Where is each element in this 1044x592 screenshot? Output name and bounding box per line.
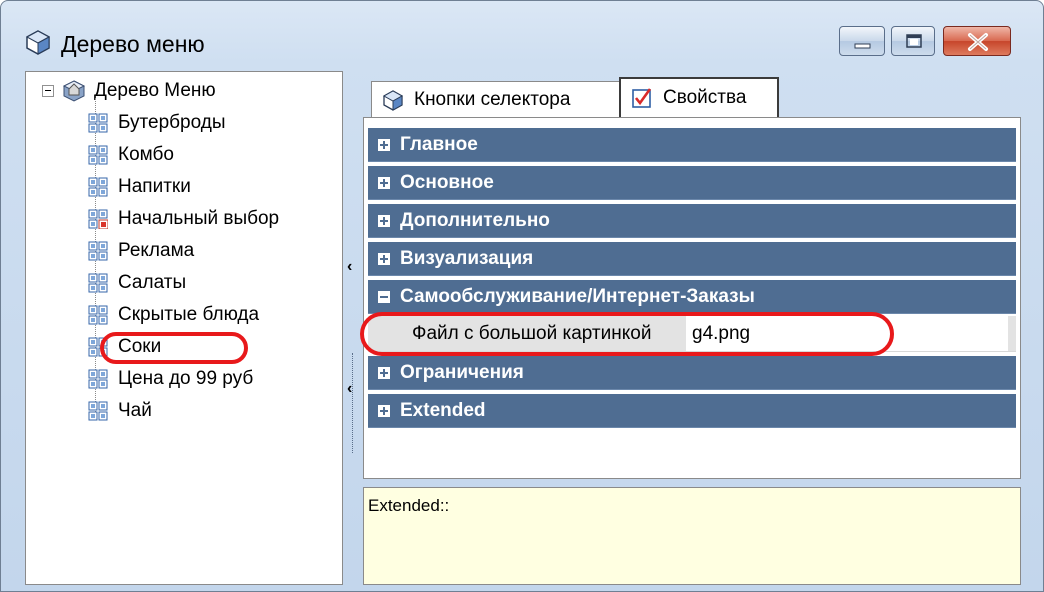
tree-item-label: Соки [118, 336, 162, 357]
minimize-icon [854, 43, 871, 49]
panel-splitter[interactable]: ‹ ‹ [343, 71, 363, 585]
tree-item-chay[interactable]: Чай [88, 398, 152, 424]
tree-item-label: Чай [118, 400, 152, 421]
tree-item-buterbrody[interactable]: Бутерброды [88, 110, 226, 136]
tree-item-napitki[interactable]: Напитки [88, 174, 191, 200]
window-title: Дерево меню [61, 31, 205, 57]
grid-icon [88, 369, 108, 389]
main-window: Дерево меню Дерево Меню Бутерброды Комбо… [0, 0, 1044, 592]
tab-label: Свойства [663, 87, 747, 108]
tab-strip: Кнопки селектора Свойства [363, 71, 1021, 117]
category-vizualizatsiya[interactable]: Визуализация [368, 242, 1016, 276]
cube-icon [25, 30, 51, 55]
category-label: Ограничения [400, 361, 524, 383]
expand-plus-icon[interactable] [378, 176, 390, 189]
collapse-left-arrow-icon[interactable]: ‹ [347, 381, 352, 397]
grid-icon [88, 337, 108, 357]
tree-item-kombo[interactable]: Комбо [88, 142, 174, 168]
grid-icon [88, 401, 108, 421]
tree-item-label: Бутерброды [118, 112, 226, 133]
tab-selector-buttons[interactable]: Кнопки селектора [371, 81, 621, 117]
grid-icon [88, 177, 108, 197]
grid-icon [88, 113, 108, 133]
category-label: Главное [400, 133, 478, 155]
tree-item-soki[interactable]: Соки [88, 334, 161, 360]
tab-label: Кнопки селектора [414, 88, 571, 110]
tree-item-salaty[interactable]: Салаты [88, 270, 186, 296]
expand-plus-icon[interactable] [378, 366, 390, 379]
collapse-toggle-icon[interactable] [42, 85, 54, 97]
tree-root-label: Дерево Меню [94, 80, 216, 101]
right-panel: Кнопки селектора Свойства Главное Основн… [360, 71, 1021, 585]
grid-icon [88, 305, 108, 325]
expand-plus-icon[interactable] [378, 138, 390, 151]
collapse-minus-icon[interactable] [378, 290, 390, 303]
property-grid[interactable]: Главное Основное Дополнительно Визуализа… [360, 117, 1021, 479]
cube-icon [382, 89, 404, 111]
collapse-left-arrow-icon[interactable]: ‹ [347, 259, 352, 275]
category-dopolnitelno[interactable]: Дополнительно [368, 204, 1016, 238]
close-icon [968, 33, 988, 51]
tab-properties[interactable]: Свойства [619, 77, 779, 117]
expand-plus-icon[interactable] [378, 252, 390, 265]
description-panel: Extended:: [363, 487, 1021, 585]
menu-tree[interactable]: Дерево Меню Бутерброды Комбо Напитки Нач… [25, 71, 343, 585]
category-label: Основное [400, 171, 494, 193]
expand-plus-icon[interactable] [378, 404, 390, 417]
maximize-icon [906, 34, 922, 48]
tree-item-label: Начальный выбор [118, 208, 280, 229]
category-osnovnoe[interactable]: Основное [368, 166, 1016, 200]
category-label: Extended [400, 399, 486, 421]
tree-item-label: Цена до 99 руб [118, 368, 254, 389]
property-value[interactable]: g4.png [686, 323, 750, 345]
category-ogranicheniya[interactable]: Ограничения [368, 356, 1016, 390]
maximize-button[interactable] [891, 26, 935, 56]
tree-item-label: Скрытые блюда [118, 304, 260, 325]
tree-item-label: Комбо [118, 144, 174, 165]
title-bar[interactable]: Дерево меню [1, 1, 1043, 61]
tree-item-label: Реклама [118, 240, 195, 261]
tree-item-nachalny-vybor[interactable]: Начальный выбор [88, 206, 279, 232]
category-label: Самообслуживание/Интернет-Заказы [400, 285, 755, 307]
grid-icon [88, 241, 108, 261]
tree-item-tsena-do-99[interactable]: Цена до 99 руб [88, 366, 253, 392]
expand-plus-icon[interactable] [378, 214, 390, 227]
tree-root-node[interactable]: Дерево Меню [42, 78, 216, 104]
minimize-button[interactable] [839, 26, 885, 56]
description-text: Extended:: [368, 496, 450, 515]
tree-item-reklama[interactable]: Реклама [88, 238, 194, 264]
tree-item-label: Напитки [118, 176, 191, 197]
splitter-grip [352, 353, 353, 453]
category-samoobsluzhivanie[interactable]: Самообслуживание/Интернет-Заказы [368, 280, 1016, 314]
grid-start-icon [88, 209, 108, 229]
property-name: Файл с большой картинкой [368, 316, 686, 351]
tree-item-label: Салаты [118, 272, 187, 293]
category-label: Дополнительно [400, 209, 550, 231]
grid-icon [88, 145, 108, 165]
property-row-edge [1008, 316, 1016, 351]
category-glavnoe[interactable]: Главное [368, 128, 1016, 162]
tree-item-skrytye-blyuda[interactable]: Скрытые блюда [88, 302, 259, 328]
close-button[interactable] [943, 26, 1011, 56]
checkbox-icon [632, 88, 652, 108]
property-row-big-image-file[interactable]: Файл с большой картинкой g4.png [368, 316, 1016, 352]
category-extended[interactable]: Extended [368, 394, 1016, 428]
grid-icon [88, 273, 108, 293]
category-label: Визуализация [400, 247, 534, 269]
menu-tree-root-icon [62, 80, 86, 102]
